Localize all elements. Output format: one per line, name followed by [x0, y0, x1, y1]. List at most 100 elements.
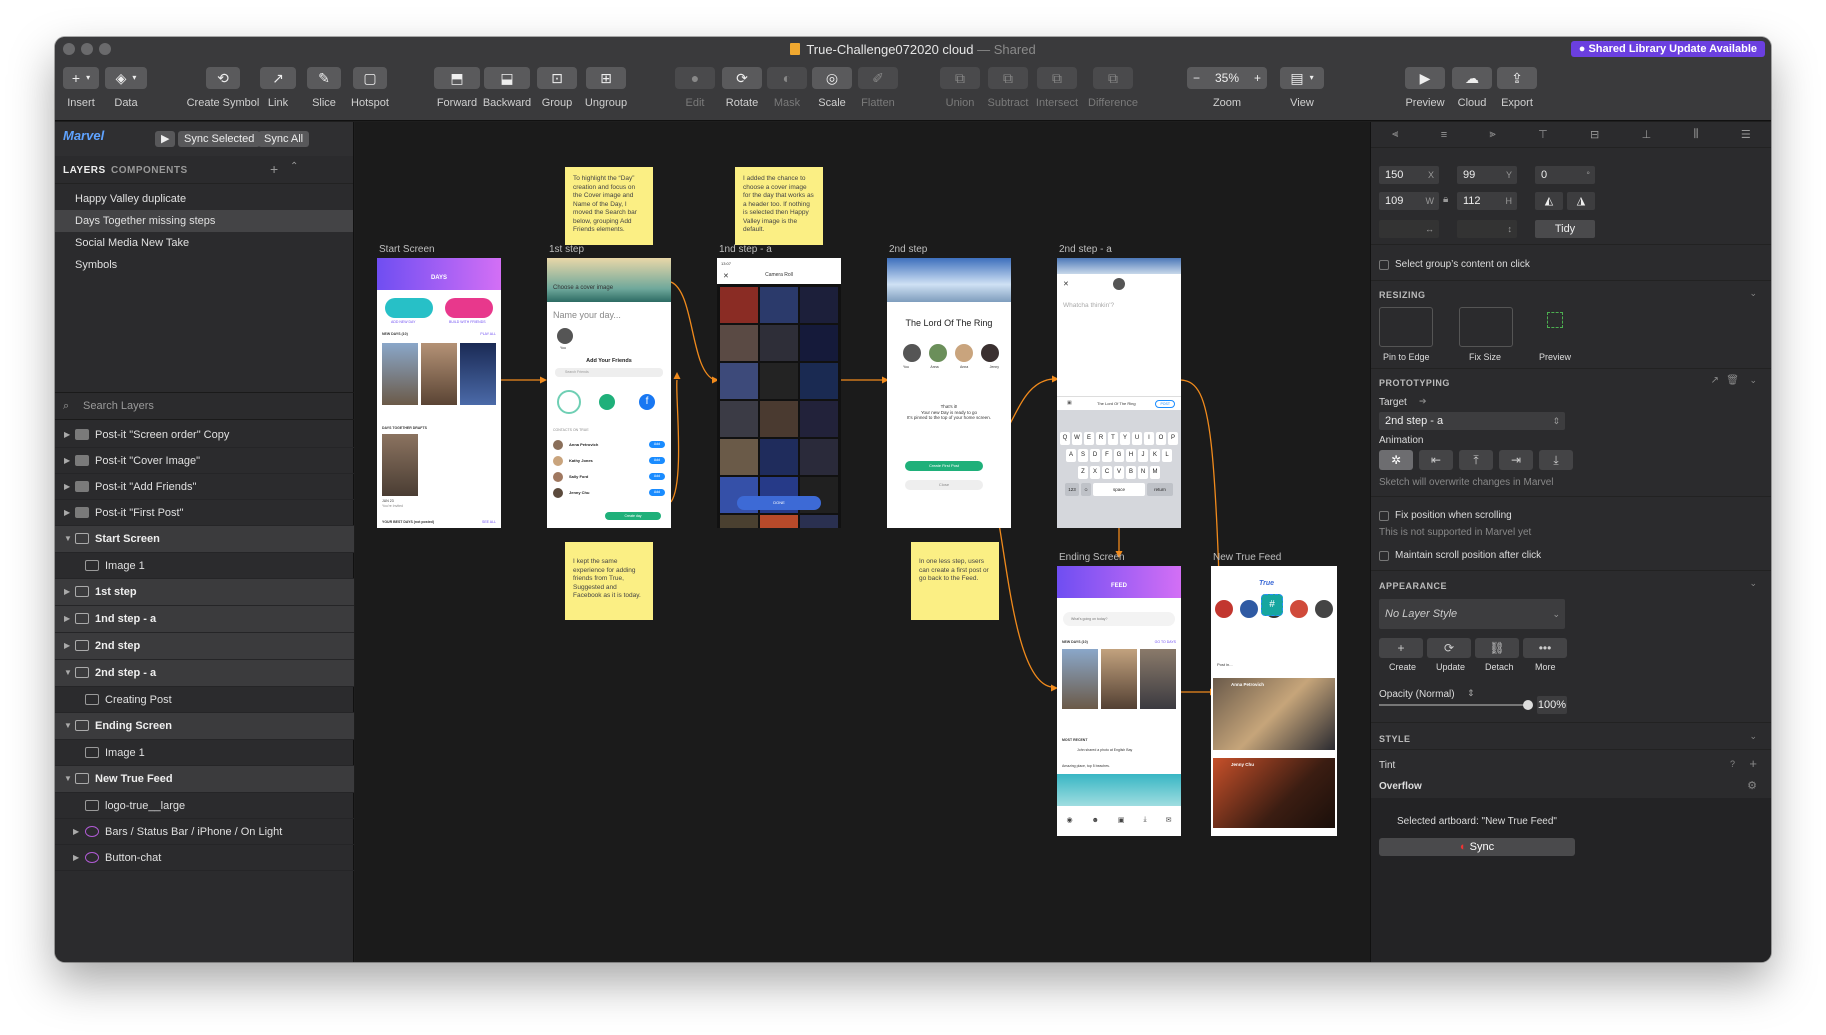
key-v[interactable]: V: [1114, 466, 1124, 479]
add-friend-button[interactable]: Add: [649, 473, 665, 480]
create-symbol-button[interactable]: ⟲ Create Symbol: [183, 67, 263, 117]
mask-button[interactable]: ◐ Mask: [767, 67, 807, 117]
opacity-slider-handle[interactable]: [1523, 700, 1533, 710]
sync-all-button[interactable]: Sync All: [258, 131, 310, 147]
list-item[interactable]: Anna Petrovich Add: [553, 438, 665, 454]
view-button[interactable]: ▤ ▾ View: [1280, 67, 1324, 117]
layer-row[interactable]: logo-true__large: [55, 793, 354, 819]
more-icon[interactable]: •••: [1523, 638, 1567, 658]
artboard-row[interactable]: ▼ Ending Screen: [55, 713, 354, 740]
add-new-day-button[interactable]: [385, 298, 433, 318]
page-item-selected[interactable]: Days Together missing steps: [55, 210, 353, 232]
photo-thumbnail[interactable]: [760, 401, 798, 437]
flip-vertical-icon[interactable]: ◮: [1567, 192, 1595, 210]
slice-button[interactable]: ✎ Slice: [307, 67, 341, 117]
add-friend-button[interactable]: Add: [649, 489, 665, 496]
chevron-down-icon[interactable]: ⌄: [1749, 578, 1757, 589]
align-top-icon[interactable]: ⊤: [1538, 128, 1548, 141]
photo-thumbnail[interactable]: [800, 325, 838, 361]
key-l[interactable]: L: [1162, 449, 1172, 462]
x-field[interactable]: 150 X: [1379, 166, 1439, 184]
camera-icon[interactable]: ▣: [1118, 816, 1125, 824]
list-item[interactable]: Sally Ford Add: [553, 470, 665, 486]
key-a[interactable]: A: [1066, 449, 1076, 462]
photo-thumbnail[interactable]: [720, 325, 758, 361]
artboard-1nd-step-a[interactable]: 13:07 ✕ Camera Roll DONE: [717, 258, 841, 528]
play-all-link[interactable]: PLAY ALL: [480, 332, 496, 336]
flatten-button[interactable]: ✐ Flatten: [855, 67, 901, 117]
key-z[interactable]: Z: [1078, 466, 1088, 479]
key-t[interactable]: T: [1108, 432, 1118, 445]
target-select[interactable]: 2nd step - a ⇕: [1379, 412, 1565, 430]
key-n[interactable]: N: [1138, 466, 1148, 479]
page-item[interactable]: Social Media New Take: [55, 232, 353, 254]
animation-down-icon[interactable]: ⤓: [1539, 450, 1573, 470]
insert-button[interactable]: + ▾ Insert: [63, 67, 99, 117]
layer-row[interactable]: Image 1: [55, 740, 354, 766]
day-thumbnail[interactable]: [460, 343, 496, 405]
artboard-label[interactable]: 1nd step - a: [719, 244, 772, 255]
chevron-down-icon[interactable]: ⌄: [1749, 731, 1757, 742]
key-c[interactable]: C: [1102, 466, 1112, 479]
opacity-slider[interactable]: [1379, 704, 1529, 706]
artboard-row[interactable]: ▼ New True Feed: [55, 766, 354, 793]
chevron-down-icon[interactable]: ⌄: [1749, 375, 1757, 386]
photo-thumbnail[interactable]: [760, 363, 798, 399]
opacity-field[interactable]: 100%: [1537, 696, 1567, 714]
photo-thumbnail[interactable]: [720, 439, 758, 475]
chevron-updown-icon[interactable]: ⇕: [1467, 688, 1475, 699]
zoom-in-icon[interactable]: +: [1254, 67, 1261, 89]
post-button[interactable]: POST: [1155, 400, 1175, 408]
trash-icon[interactable]: 🗑︎: [1726, 375, 1739, 386]
artboard-label[interactable]: 1st step: [549, 244, 584, 255]
key-o[interactable]: O: [1156, 432, 1166, 445]
tidy-button[interactable]: Tidy: [1535, 220, 1595, 238]
distribute-v-icon[interactable]: ☰: [1741, 128, 1751, 141]
key-j[interactable]: J: [1138, 449, 1148, 462]
plus-icon[interactable]: +: [1379, 638, 1423, 658]
link-icon[interactable]: ↗: [1711, 375, 1719, 386]
key-g[interactable]: G: [1114, 449, 1124, 462]
height-field[interactable]: 112 H: [1457, 192, 1517, 210]
photo-thumbnail[interactable]: [760, 515, 798, 528]
photo-thumbnail[interactable]: [800, 363, 838, 399]
layer-row[interactable]: ▶ Post-it "Add Friends": [55, 474, 354, 500]
fix-size-control[interactable]: [1459, 307, 1513, 347]
key-k[interactable]: K: [1150, 449, 1160, 462]
key-y[interactable]: Y: [1120, 432, 1130, 445]
add-page-icon[interactable]: +: [270, 161, 279, 177]
key-w[interactable]: W: [1072, 432, 1082, 445]
key-i[interactable]: I: [1144, 432, 1154, 445]
pin-to-edge-control[interactable]: [1379, 307, 1433, 347]
feed-post-image[interactable]: [1213, 678, 1335, 750]
create-first-post-button[interactable]: Create First Post: [905, 461, 983, 471]
photo-thumbnail[interactable]: [800, 515, 838, 528]
create-day-button[interactable]: Create day: [605, 512, 661, 520]
canvas[interactable]: To highlight the “Day” creation and focu…: [355, 122, 1370, 962]
key-x[interactable]: X: [1090, 466, 1100, 479]
collapse-icon[interactable]: ⌃: [290, 161, 299, 172]
edit-button[interactable]: ● Edit: [675, 67, 715, 117]
key-b[interactable]: B: [1126, 466, 1136, 479]
artboard-row[interactable]: ▶ 1st step: [55, 579, 354, 606]
link-button[interactable]: ↗ Link: [260, 67, 296, 117]
day-thumbnail[interactable]: [1062, 649, 1098, 709]
animation-none-icon[interactable]: ✲: [1379, 450, 1413, 470]
list-item[interactable]: Jenny Chu Add: [553, 486, 665, 502]
distribute-h-icon[interactable]: ⫼: [1694, 128, 1699, 141]
artboard-1st-step[interactable]: Choose a cover image Name your day... Yo…: [547, 258, 671, 528]
forward-button[interactable]: ⬒ Forward: [433, 67, 481, 117]
maintain-scroll-checkbox[interactable]: [1379, 551, 1389, 561]
list-item[interactable]: Kathy Jones Add: [553, 454, 665, 470]
name-day-input[interactable]: Name your day...: [553, 310, 621, 320]
page-item[interactable]: Symbols: [55, 254, 353, 276]
select-group-checkbox[interactable]: [1379, 260, 1389, 270]
intersect-button[interactable]: ⧉ Intersect: [1031, 67, 1083, 117]
rotate-button[interactable]: ⟳ Rotate: [720, 67, 764, 117]
artboard-row[interactable]: ▶ 2nd step: [55, 633, 354, 660]
search-layers-input[interactable]: ⌕ Search Layers: [55, 392, 354, 420]
photo-thumbnail[interactable]: [760, 325, 798, 361]
feed-post-image[interactable]: [1213, 758, 1335, 828]
cover-image[interactable]: [547, 258, 671, 302]
add-tint-icon[interactable]: +: [1749, 756, 1757, 771]
